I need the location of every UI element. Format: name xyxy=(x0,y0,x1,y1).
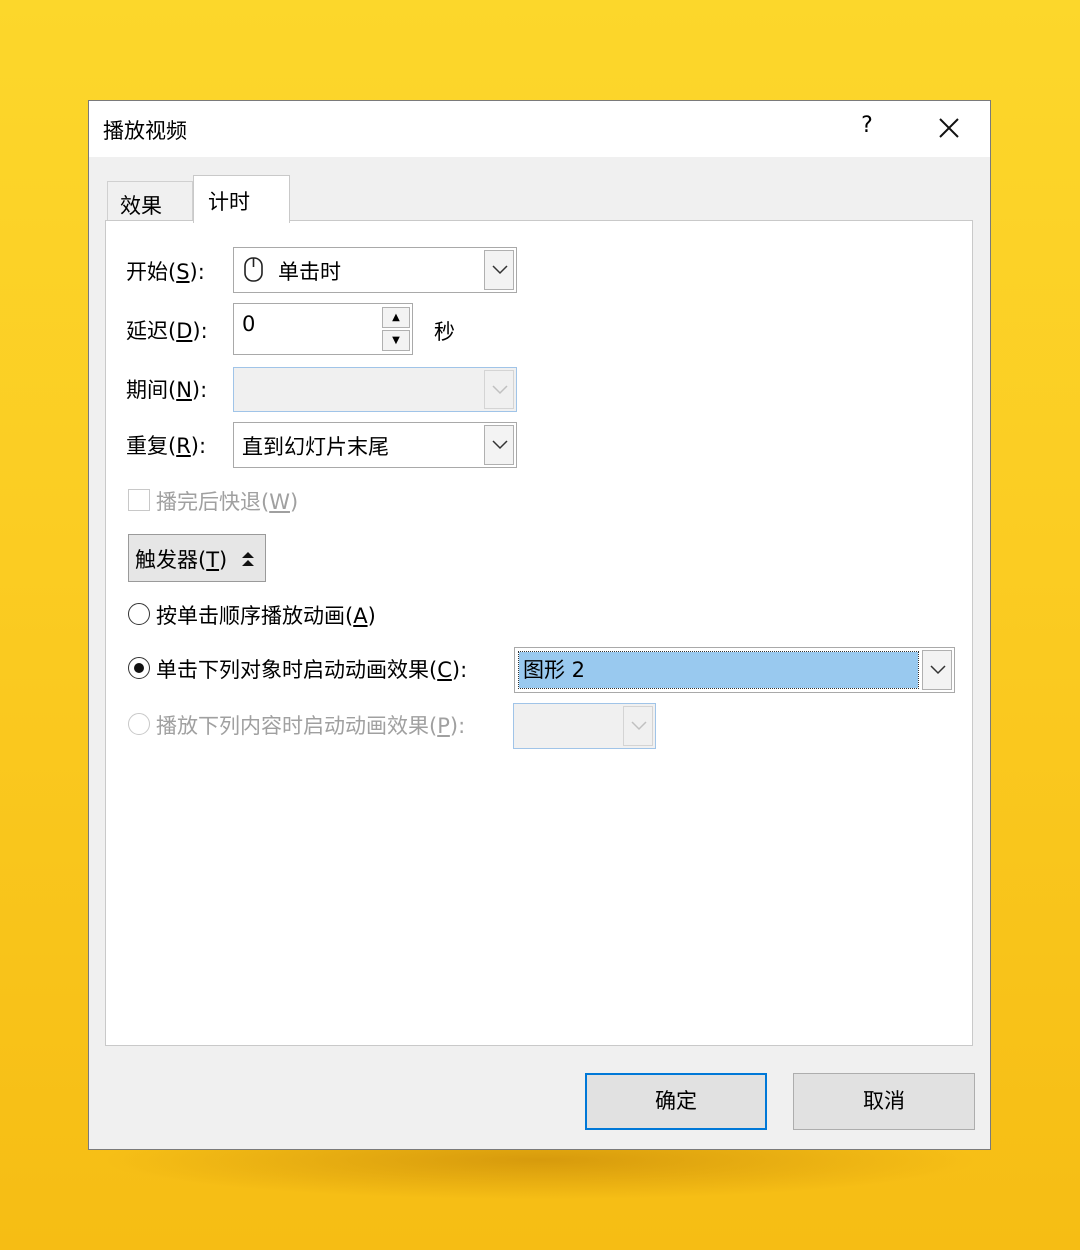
triggers-button[interactable]: 触发器(T) xyxy=(128,534,266,582)
trigger-object-value: 图形 2 xyxy=(518,651,919,689)
chevron-down-icon xyxy=(631,721,647,731)
play-content-dropdown-arrow[interactable] xyxy=(623,706,653,746)
start-label: 开始(S): xyxy=(126,260,205,284)
radio-sequence-label: 按单击顺序播放动画(A) xyxy=(156,604,376,628)
title-bar: 播放视频 ? xyxy=(89,101,990,157)
tab-timing-label: 计时 xyxy=(208,190,250,214)
delay-unit: 秒 xyxy=(434,320,455,344)
chevron-down-icon xyxy=(930,665,946,675)
ok-button[interactable]: 确定 xyxy=(585,1073,767,1130)
start-value: 单击时 xyxy=(278,260,341,284)
spin-down-button[interactable]: ▼ xyxy=(382,330,410,351)
duration-dropdown-arrow[interactable] xyxy=(484,370,514,409)
repeat-select[interactable]: 直到幻灯片末尾 xyxy=(233,422,517,468)
trigger-object-dropdown-arrow[interactable] xyxy=(922,650,952,690)
duration-select[interactable] xyxy=(233,367,517,412)
tab-timing[interactable]: 计时 xyxy=(193,175,290,223)
radio-click-object[interactable] xyxy=(128,657,150,679)
play-video-dialog: 播放视频 ? 效果 计时 开始(S): 单击时 延迟(D): 0 ▲ ▼ 秒 期… xyxy=(88,100,991,1150)
tab-effects-label: 效果 xyxy=(120,194,162,218)
close-icon xyxy=(939,118,959,138)
delay-value: 0 xyxy=(242,312,256,336)
repeat-value: 直到幻灯片末尾 xyxy=(242,435,389,459)
chevron-down-icon xyxy=(492,384,508,394)
dialog-title: 播放视频 xyxy=(103,119,187,143)
cancel-button[interactable]: 取消 xyxy=(793,1073,975,1130)
repeat-dropdown-arrow[interactable] xyxy=(484,425,514,465)
rewind-label: 播完后快退(W) xyxy=(156,490,299,514)
mouse-icon xyxy=(244,257,263,282)
radio-play-content[interactable] xyxy=(128,713,150,735)
tab-effects[interactable]: 效果 xyxy=(107,181,193,223)
radio-sequence[interactable] xyxy=(128,603,150,625)
play-content-select[interactable] xyxy=(513,703,656,749)
chevron-down-icon xyxy=(492,265,508,275)
chevron-down-icon xyxy=(492,440,508,450)
duration-label: 期间(N): xyxy=(126,378,208,402)
radio-play-content-label: 播放下列内容时启动动画效果(P): xyxy=(156,714,466,738)
help-button[interactable]: ? xyxy=(857,113,877,138)
trigger-object-select[interactable]: 图形 2 xyxy=(514,647,955,693)
start-select[interactable]: 单击时 xyxy=(233,247,517,293)
delay-spinner[interactable]: 0 ▲ ▼ xyxy=(233,303,413,355)
timing-panel: 开始(S): 单击时 延迟(D): 0 ▲ ▼ 秒 期间(N): 重复(R): … xyxy=(105,220,973,1046)
rewind-checkbox[interactable] xyxy=(128,489,150,511)
repeat-label: 重复(R): xyxy=(126,434,207,458)
spin-up-button[interactable]: ▲ xyxy=(382,307,410,328)
collapse-icon xyxy=(242,552,254,566)
start-dropdown-arrow[interactable] xyxy=(484,250,514,290)
delay-label: 延迟(D): xyxy=(126,319,208,343)
radio-click-object-label: 单击下列对象时启动动画效果(C): xyxy=(156,658,468,682)
close-button[interactable] xyxy=(931,111,967,147)
